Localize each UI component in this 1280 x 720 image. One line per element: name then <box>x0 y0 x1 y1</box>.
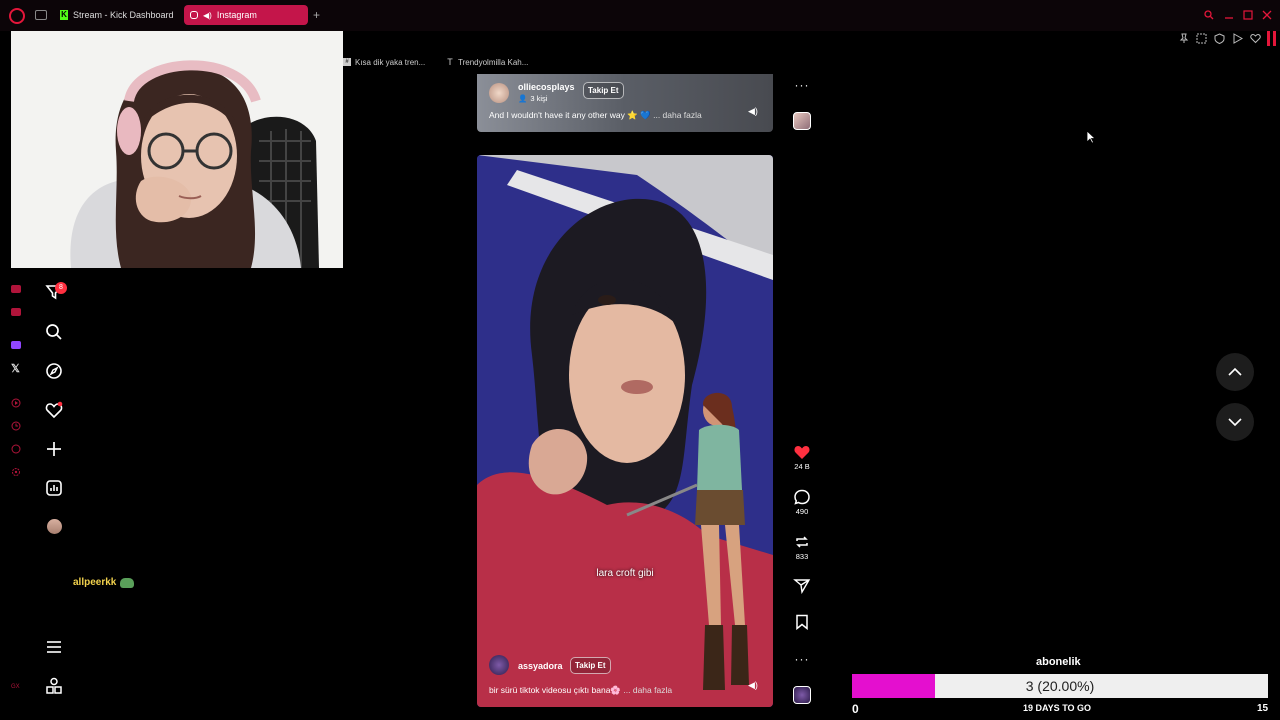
tab-kick-dashboard[interactable]: K Stream - Kick Dashboard <box>54 5 182 25</box>
goal-days-remaining: 19 DAYS TO GO <box>1023 703 1092 713</box>
bookmark-item[interactable]: T Trendyolmilla Kah... <box>446 55 528 69</box>
avatar[interactable] <box>47 519 62 534</box>
reel-username[interactable]: olliecosplays <box>518 82 575 92</box>
repost-action[interactable]: 833 <box>791 534 813 561</box>
instagram-icon <box>190 11 198 19</box>
reel-username[interactable]: assyadora <box>518 661 563 671</box>
sidebar-app-icon[interactable] <box>11 308 21 316</box>
follow-button[interactable]: Takip Et <box>570 657 611 674</box>
chevron-down-icon <box>1228 418 1242 427</box>
opera-logo-icon[interactable] <box>9 8 25 24</box>
twitch-icon[interactable] <box>11 341 21 349</box>
overlay-username: allpeerkk <box>73 577 135 588</box>
gx-corner-icon[interactable]: GX <box>11 684 20 690</box>
close-icon[interactable] <box>1262 10 1272 20</box>
goal-end-value: 15 <box>1257 703 1269 714</box>
minimize-icon[interactable] <box>1224 10 1234 20</box>
comment-icon[interactable] <box>793 489 811 505</box>
x-twitter-icon[interactable]: 𝕏 <box>11 362 20 375</box>
reel-card[interactable]: olliecosplays 👤 3 kişi Takip Et And I wo… <box>477 74 773 132</box>
reel-author-avatar[interactable] <box>489 83 509 103</box>
chevron-up-icon <box>1228 367 1242 376</box>
webcam-feed <box>11 31 343 268</box>
repost-count: 833 <box>795 552 809 561</box>
frog-emote-icon <box>120 577 135 588</box>
more-options-icon[interactable]: ··· <box>791 652 813 666</box>
shield-icon[interactable] <box>1214 33 1225 44</box>
apps-icon[interactable] <box>45 677 63 695</box>
snapshot-icon[interactable] <box>1196 33 1207 44</box>
sidebar-app-icon[interactable] <box>11 285 21 293</box>
search-icon[interactable] <box>1204 10 1214 20</box>
sound-icon[interactable]: ◀) <box>748 680 758 691</box>
reel-caption: bir sürü tiktok videosu çıktı bana🌸 ... … <box>489 685 672 696</box>
bookmark-item[interactable]: # Kısa dik yaka tren... <box>343 55 425 69</box>
reel-caption-text: And I wouldn't have it any other way ⭐ 💙 <box>489 110 651 120</box>
audio-playing-icon[interactable]: ◀) <box>203 11 212 20</box>
audio-thumbnail[interactable] <box>793 686 811 704</box>
reel-followers: 👤 3 kişi <box>518 94 547 103</box>
more-link[interactable]: ... daha fazla <box>653 110 702 120</box>
goal-start-value: 0 <box>852 702 859 716</box>
goal-progress-text: 3 (20.00%) <box>1025 678 1095 694</box>
heart-icon[interactable] <box>45 401 63 419</box>
notification-badge: 8 <box>55 282 67 294</box>
pin-icon[interactable] <box>1179 33 1189 44</box>
more-link[interactable]: ... daha fazla <box>623 685 672 695</box>
history-icon[interactable] <box>11 421 21 431</box>
menu-icon[interactable] <box>45 638 63 656</box>
messenger-icon[interactable] <box>11 444 21 454</box>
heart-filled-icon[interactable] <box>793 444 811 460</box>
bookmark-icon: # <box>343 58 351 66</box>
trendyol-icon: T <box>447 57 453 67</box>
previous-reel-button[interactable] <box>1216 353 1254 391</box>
sidebar-toggle-bar[interactable] <box>1267 31 1270 46</box>
audio-thumbnail[interactable] <box>793 112 811 130</box>
tab-label: Stream - Kick Dashboard <box>73 10 174 20</box>
settings-icon[interactable] <box>11 467 21 477</box>
explore-icon[interactable] <box>45 362 63 380</box>
search-icon[interactable] <box>45 323 63 341</box>
reel-caption-text: bir sürü tiktok videosu çıktı bana🌸 <box>489 685 622 695</box>
like-count: 24 B <box>794 462 810 471</box>
goal-title: abonelik <box>1036 656 1081 668</box>
follow-button[interactable]: Takip Et <box>583 82 624 99</box>
share-icon[interactable] <box>791 578 813 594</box>
create-icon[interactable] <box>45 440 63 458</box>
kick-icon: K <box>60 10 68 20</box>
reel-caption: And I wouldn't have it any other way ⭐ 💙… <box>489 110 702 121</box>
tab-instagram[interactable]: ◀) Instagram <box>184 5 308 25</box>
player-icon[interactable] <box>11 398 21 408</box>
comment-count: 490 <box>795 507 809 516</box>
repost-icon[interactable] <box>793 534 811 550</box>
reel-video[interactable]: lara croft gibi assyadora Takip Et bir s… <box>477 155 773 707</box>
heart-outline-icon[interactable] <box>1250 33 1261 44</box>
overlay-username-text: allpeerkk <box>73 577 117 588</box>
sidebar-toggle-bar[interactable] <box>1273 31 1276 46</box>
like-action[interactable]: 24 B <box>791 444 813 471</box>
tab-label: Instagram <box>216 10 257 20</box>
new-tab-button[interactable]: + <box>313 8 320 22</box>
sound-icon[interactable]: ◀) <box>748 106 758 117</box>
bookmark-label: Kısa dik yaka tren... <box>355 57 426 67</box>
play-icon[interactable] <box>1232 33 1243 44</box>
insights-icon[interactable] <box>45 479 63 497</box>
maximize-icon[interactable] <box>1243 10 1253 20</box>
next-reel-button[interactable] <box>1216 403 1254 441</box>
mouse-cursor-icon <box>1086 130 1096 144</box>
tab-overview-icon[interactable] <box>35 10 47 20</box>
video-subtitle: lara croft gibi <box>596 568 654 579</box>
more-options-icon[interactable]: ··· <box>791 78 813 92</box>
bookmark-label: Trendyolmilla Kah... <box>458 57 529 67</box>
save-icon[interactable] <box>791 614 813 630</box>
reel-followers-text: 3 kişi <box>530 94 548 103</box>
goal-progress-bar: 3 (20.00%) <box>852 674 1268 698</box>
people-icon: 👤 <box>518 94 528 103</box>
reel-author-avatar[interactable] <box>489 655 509 675</box>
comment-action[interactable]: 490 <box>791 489 813 516</box>
